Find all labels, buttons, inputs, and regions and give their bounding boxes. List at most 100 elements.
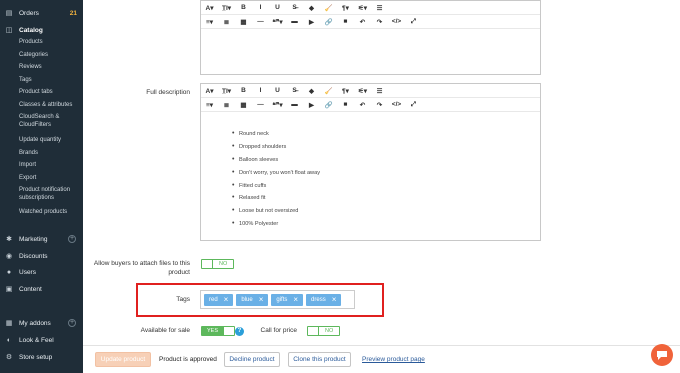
sidebar-item-store-setup[interactable]: ⚙ Store setup: [0, 351, 83, 363]
toolbar-button[interactable]: ▶: [306, 18, 317, 26]
toolbar-button[interactable]: ⚟▾: [357, 87, 368, 95]
list-item: Relaxed fit: [232, 194, 320, 208]
toolbar-button[interactable]: U: [272, 87, 283, 94]
remove-tag-icon[interactable]: ×: [332, 296, 337, 304]
toolbar-button[interactable]: 🔗: [323, 18, 334, 26]
toolbar-button[interactable]: I: [255, 4, 266, 11]
decline-product-button[interactable]: Decline product: [224, 352, 280, 367]
toolbar-button[interactable]: ☰: [374, 87, 385, 95]
toolbar-button[interactable]: ≣: [221, 101, 232, 109]
toolbar-button[interactable]: T̲I▾: [221, 4, 232, 12]
update-product-button[interactable]: Update product: [95, 352, 151, 367]
list-item: Don't worry, you won't float away: [232, 169, 320, 183]
help-icon[interactable]: ?: [235, 327, 244, 336]
clone-product-button[interactable]: Clone this product: [288, 352, 351, 367]
toolbar-button[interactable]: S̶: [289, 4, 300, 11]
toolbar-button[interactable]: ▬: [289, 18, 300, 25]
toolbar-button[interactable]: A▾: [204, 87, 215, 95]
sidebar-subitem-products[interactable]: Products: [19, 39, 43, 47]
sidebar-subitem-export[interactable]: Export: [19, 175, 36, 183]
tags-input[interactable]: red × blue × gifts × dress ×: [200, 290, 355, 309]
chat-button[interactable]: [651, 344, 673, 366]
toolbar-button[interactable]: ¶▾: [340, 87, 351, 95]
toolbar-button[interactable]: —: [255, 101, 266, 108]
sidebar-item-orders[interactable]: ▤ Orders 21: [0, 7, 83, 19]
toolbar-button[interactable]: ◆: [306, 4, 317, 12]
toolbar-button[interactable]: ▦: [238, 18, 249, 26]
remove-tag-icon[interactable]: ×: [259, 296, 264, 304]
tag-chip[interactable]: blue ×: [236, 294, 269, 306]
toolbar-button[interactable]: </>: [391, 18, 402, 25]
description-list[interactable]: Round neck Dropped shoulders Balloon sle…: [232, 130, 320, 234]
toolbar-button[interactable]: T̲I▾: [221, 87, 232, 95]
sidebar-subitem-product-notifications[interactable]: Product notification subscriptions: [19, 187, 79, 202]
sidebar-item-catalog[interactable]: ◫ Catalog: [0, 24, 83, 36]
remove-tag-icon[interactable]: ×: [224, 296, 229, 304]
tag-chip[interactable]: red ×: [204, 294, 234, 306]
toolbar-button[interactable]: U: [272, 4, 283, 11]
toolbar-button[interactable]: ▶: [306, 101, 317, 109]
sidebar-item-marketing[interactable]: ✱ Marketing +: [0, 233, 83, 245]
sidebar-subitem-tags[interactable]: Tags: [19, 77, 32, 85]
toggle-label: YES: [202, 327, 224, 335]
toolbar-button[interactable]: ≡▾: [204, 101, 215, 109]
attach-files-toggle[interactable]: NO: [201, 259, 235, 269]
toolbar-button[interactable]: ❝❞▾: [272, 18, 283, 26]
sidebar-subitem-product-tabs[interactable]: Product tabs: [19, 89, 53, 97]
toolbar-button[interactable]: ↷: [374, 18, 385, 26]
toolbar-button[interactable]: ■: [340, 18, 351, 25]
sidebar-subitem-watched-products[interactable]: Watched products: [19, 209, 67, 217]
editor-text-area[interactable]: [201, 29, 540, 72]
toolbar-button[interactable]: ⤢: [408, 101, 419, 109]
tag-chip[interactable]: gifts ×: [271, 294, 304, 306]
sidebar-item-my-addons[interactable]: ▦ My addons +: [0, 317, 83, 329]
orders-icon: ▤: [5, 10, 13, 17]
toolbar-button[interactable]: ↶: [357, 18, 368, 26]
expand-plus-icon[interactable]: +: [68, 319, 76, 327]
toolbar-button[interactable]: ≣: [221, 18, 232, 26]
toolbar-button[interactable]: ◆: [306, 87, 317, 95]
sidebar-subitem-import[interactable]: Import: [19, 162, 36, 170]
attach-files-label: Allow buyers to attach files to this pro…: [88, 259, 190, 277]
toolbar-button[interactable]: ▦: [238, 101, 249, 109]
toggle-knob: [308, 327, 319, 335]
toolbar-button[interactable]: A▾: [204, 4, 215, 12]
toolbar-button[interactable]: I: [255, 87, 266, 94]
remove-tag-icon[interactable]: ×: [293, 296, 298, 304]
short-description-editor[interactable]: A▾ T̲I▾ B I U S̶ ◆ 🧹 ¶▾ ⚟▾ ☰ ≡▾ ≣ ▦ — ❝❞▾ ▬ ▶ 🔗 ■ ↶ ↷ </> ⤢: [200, 0, 541, 75]
toolbar-button[interactable]: S̶: [289, 87, 300, 94]
toolbar-button[interactable]: ☰: [374, 4, 385, 12]
tag-chip[interactable]: dress ×: [306, 294, 342, 306]
toolbar-button[interactable]: ≡▾: [204, 18, 215, 26]
toolbar-button[interactable]: ¶▾: [340, 4, 351, 12]
toolbar-button[interactable]: 🔗: [323, 101, 334, 109]
toolbar-button[interactable]: B: [238, 87, 249, 94]
toolbar-button[interactable]: 🧹: [323, 87, 334, 95]
sidebar-item-discounts[interactable]: ◉ Discounts: [0, 250, 83, 262]
toolbar-button[interactable]: ↶: [357, 101, 368, 109]
toolbar-button[interactable]: ↷: [374, 101, 385, 109]
toolbar-button[interactable]: ❝❞▾: [272, 101, 283, 109]
toolbar-button[interactable]: ⤢: [408, 18, 419, 26]
sidebar-item-users[interactable]: ● Users: [0, 266, 83, 278]
call-for-price-toggle[interactable]: NO: [307, 326, 341, 336]
toolbar-button[interactable]: —: [255, 18, 266, 25]
sidebar-subitem-reviews[interactable]: Reviews: [19, 64, 42, 72]
approval-status: Product is approved: [159, 356, 217, 363]
sidebar-subitem-brands[interactable]: Brands: [19, 150, 38, 158]
toolbar-button[interactable]: B: [238, 4, 249, 11]
sidebar-item-look-feel[interactable]: ◐ Look & Feel: [0, 334, 83, 346]
expand-plus-icon[interactable]: +: [68, 235, 76, 243]
sidebar-subitem-categories[interactable]: Categories: [19, 52, 48, 60]
available-for-sale-toggle[interactable]: YES: [201, 326, 236, 336]
toolbar-button[interactable]: </>: [391, 101, 402, 108]
toolbar-button[interactable]: ⚟▾: [357, 4, 368, 12]
sidebar-subitem-cloudsearch[interactable]: CloudSearch & CloudFilters: [19, 114, 74, 129]
toolbar-button[interactable]: ■: [340, 101, 351, 108]
preview-product-link[interactable]: Preview product page: [362, 356, 425, 363]
sidebar-item-content[interactable]: ▣ Content: [0, 283, 83, 295]
toolbar-button[interactable]: 🧹: [323, 4, 334, 12]
toolbar-button[interactable]: ▬: [289, 101, 300, 108]
sidebar-subitem-classes-attributes[interactable]: Classes & attributes: [19, 102, 72, 110]
sidebar-subitem-update-quantity[interactable]: Update quantity: [19, 137, 61, 145]
